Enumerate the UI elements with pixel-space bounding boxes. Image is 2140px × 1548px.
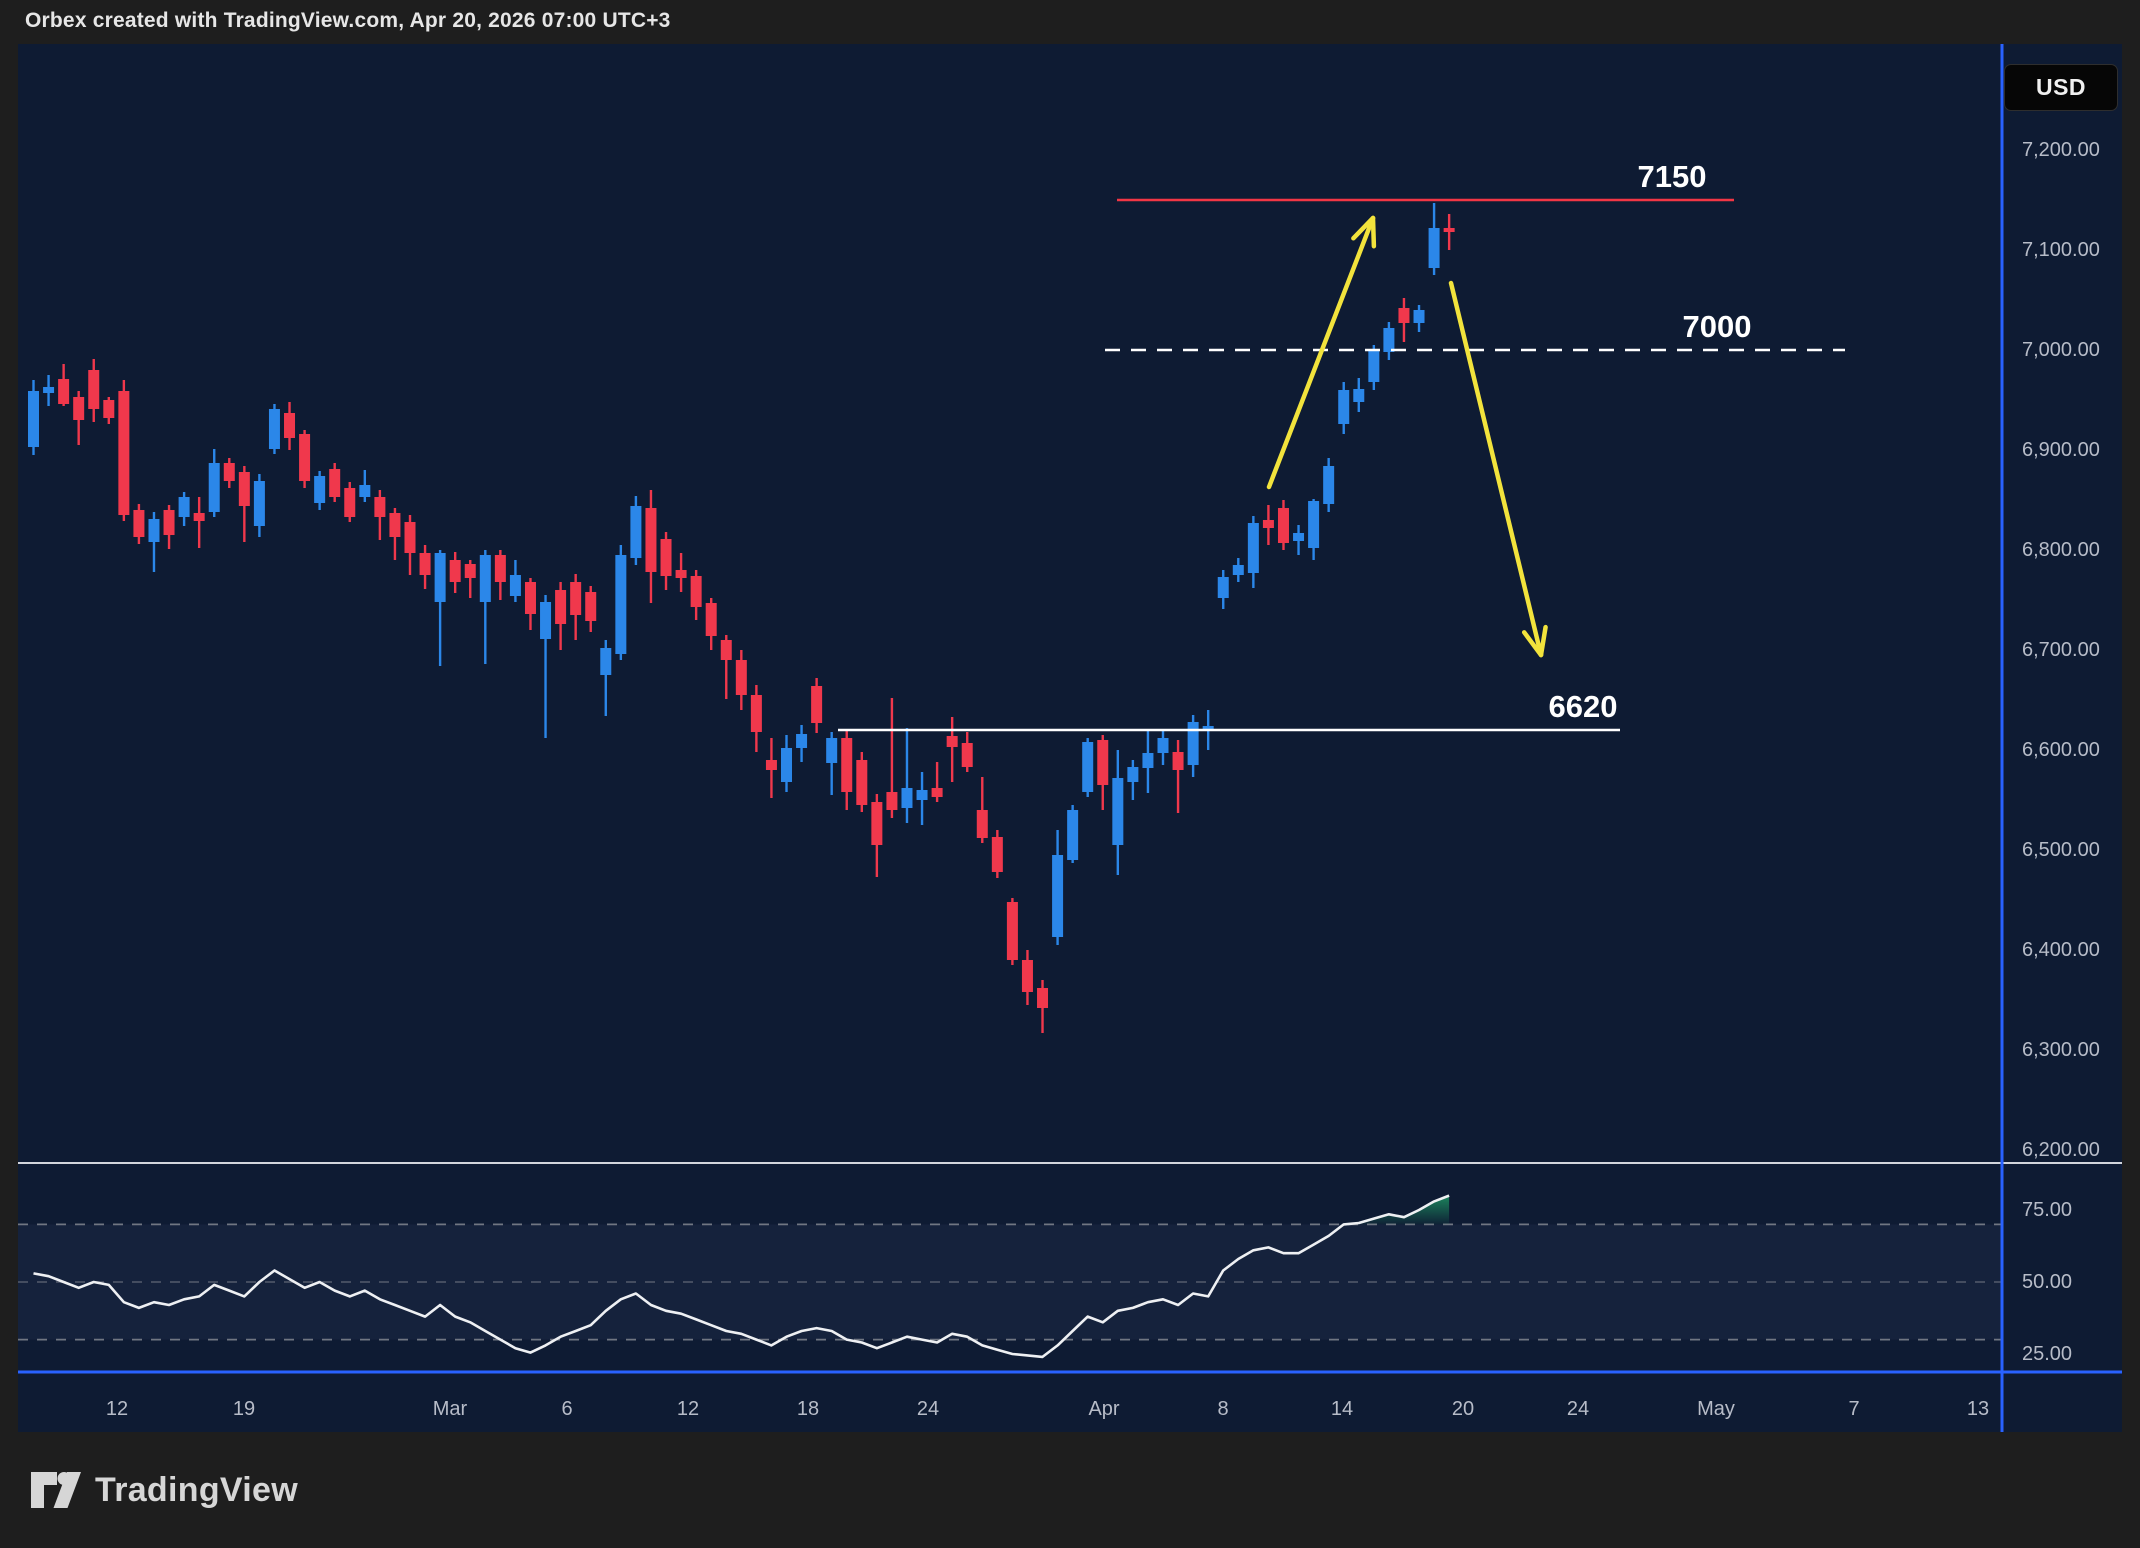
support-line-6620-label: 6620 <box>1549 689 1618 724</box>
chart-canvas[interactable]: 7150 7000 6620 <box>0 0 2140 1548</box>
tradingview-chart-window: Orbex created with TradingView.com, Apr … <box>0 0 2140 1548</box>
tradingview-branding[interactable]: TradingView <box>30 1470 298 1510</box>
tradingview-logo-icon <box>30 1470 82 1510</box>
candle <box>630 496 641 565</box>
resistance-line-7150-label: 7150 <box>1638 159 1707 194</box>
level-line-7000-label: 7000 <box>1683 309 1752 344</box>
candle <box>28 380 39 455</box>
candle <box>615 545 626 660</box>
candle <box>1323 458 1334 512</box>
candle <box>269 404 280 454</box>
candle <box>856 752 867 812</box>
candle <box>299 430 310 488</box>
candle <box>1082 738 1093 797</box>
candle <box>118 380 129 521</box>
currency-badge[interactable]: USD <box>2004 64 2118 111</box>
candle <box>1067 805 1078 863</box>
candle <box>1007 898 1018 965</box>
tradingview-brand-text: TradingView <box>95 1471 298 1510</box>
candle <box>992 830 1003 878</box>
candle <box>344 482 355 522</box>
